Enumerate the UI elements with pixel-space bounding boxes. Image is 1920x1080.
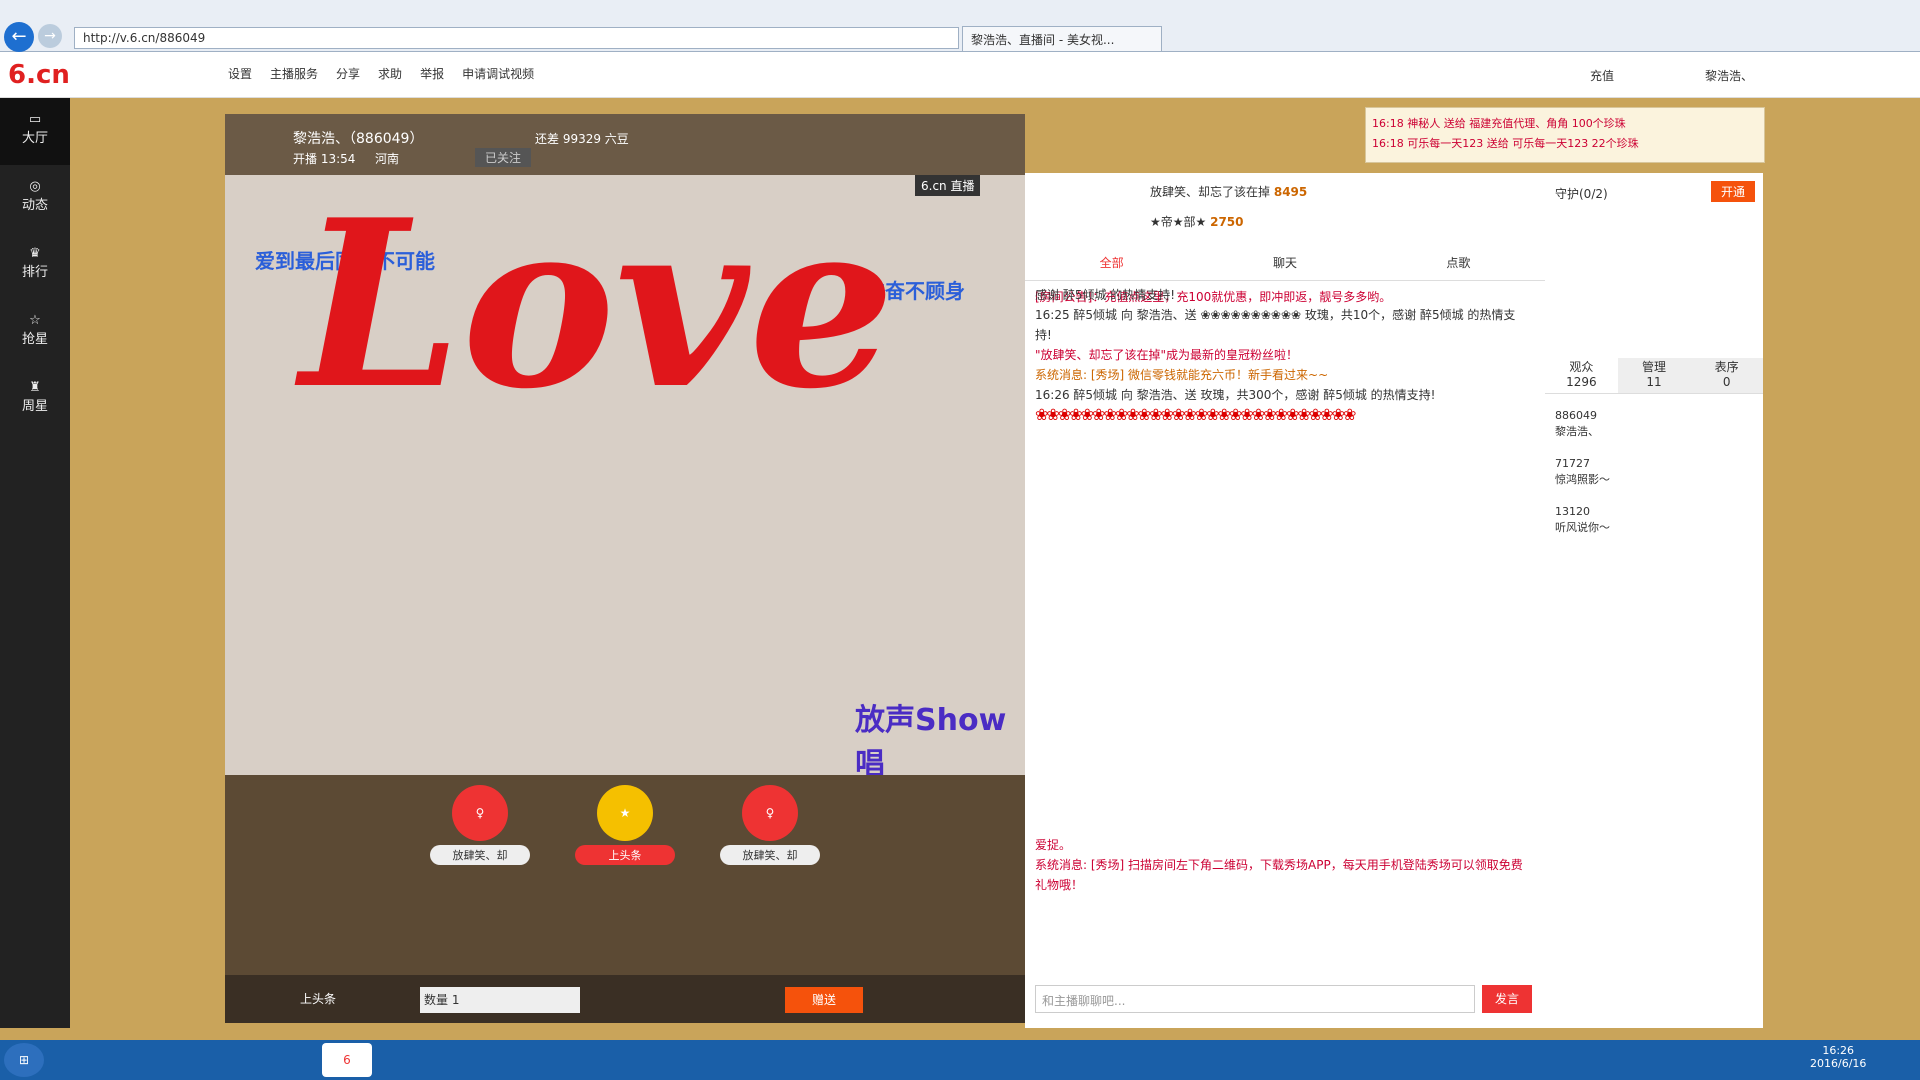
avatar: ♀ [452,785,508,841]
side-nav: ▭ 大厅 ◎ 动态 ♛ 排行 ☆ 抢星 ♜ 周星 [0,98,70,1028]
tv-icon: ▭ [28,112,42,127]
start-button[interactable]: ⊞ [4,1043,44,1077]
guard-title: 守护(0/2) [1555,187,1608,201]
nav-weekly[interactable]: ♜ 周星 [0,366,70,433]
chat-message: 系统消息: [秀场] 扫描房间左下角二维码，下载秀场APP，每天用手机登陆秀场可… [1035,858,1523,892]
clock: 16:26 2016/6/16 [1810,1044,1867,1070]
chat-message: 16:25 醉5倾城 向 黎浩浩、送 ❀❀❀❀❀❀❀❀❀❀ 玫瑰，共10个，感谢… [1035,308,1516,342]
chat-message: "放肆笑、却忘了该在掉"成为最新的皇冠粉丝啦！ [1035,348,1299,362]
tab-admin[interactable]: 管理 11 [1617,358,1691,393]
send-chat-button[interactable]: 发言 [1482,985,1532,1013]
menu-help[interactable]: 求助 [378,65,402,82]
tab-queue[interactable]: 表序 0 [1690,358,1764,393]
chat-message: 系统消息: [秀场] 微信零钱就能充六币！新手看过来~~ [1035,368,1329,382]
user-name[interactable]: 黎浩浩、 [1705,67,1753,84]
nav-rank[interactable]: ♛ 排行 [0,232,70,299]
crown-icon: ♛ [29,246,41,261]
star-icon: ☆ [29,313,41,328]
broadcast-item: 16:18 神秘人 送给 福建充值代理、角角 100个珍珠 [1372,117,1626,130]
chat-log: 感谢 醉5倾城 的热情支持! 16:25 醉5倾城 向 黎浩浩、送 ❀❀❀❀❀❀… [1035,285,1530,825]
anchor-name: 黎浩浩、（886049） [293,131,424,147]
nav-star[interactable]: ☆ 抢星 [0,299,70,366]
audience-item[interactable]: 886049 黎浩浩、 [1555,408,1755,456]
taskbar-6cn[interactable]: 6 [322,1043,372,1077]
system-log: 爱捉。 系统消息: [秀场] 扫描房间左下角二维码，下载秀场APP，每天用手机登… [1035,835,1530,945]
broadcast-panel: 16:18 神秘人 送给 福建充值代理、角角 100个珍珠 16:18 可乐每一… [1365,107,1765,163]
chat-input[interactable]: 和主播聊聊吧... [1035,985,1475,1013]
audience-item[interactable]: 71727 惊鸿照影～ [1555,456,1755,504]
level-progress: 还差 99329 六豆 [535,132,629,146]
love-gift-overlay: Love [300,170,896,440]
menu-settings[interactable]: 设置 [228,65,252,82]
rank-row: 放肆笑、却忘了该在掉 8495 [1150,185,1308,199]
send-gift-button[interactable]: 赠送 [785,987,863,1013]
broadcast-item: 16:18 可乐每一天123 送给 可乐每一天123 22个珍珠 [1372,137,1639,150]
menu-report[interactable]: 举报 [420,65,444,82]
gift-slot[interactable]: ♀ 放肆笑、却 [430,785,530,885]
browser-tab[interactable]: 黎浩浩、直播间 - 美女视... [962,26,1162,52]
tab-all[interactable]: 全部 [1025,245,1198,280]
brand-logo: 放声Show唱 [855,703,1007,782]
taskbar [0,1040,1920,1080]
compass-icon: ◎ [29,179,41,194]
chat-message: 爱捉。 [1035,838,1072,852]
start-time: 开播 13:54 [293,152,356,166]
address-bar[interactable]: http://v.6.cn/886049 [74,27,959,49]
browser-chrome: ← → http://v.6.cn/886049 黎浩浩、直播间 - 美女视..… [0,0,1920,52]
location: 河南 [375,152,400,166]
menu-apply-video[interactable]: 申请调试视频 [462,65,534,82]
chat-message: 感谢 醉5倾城 的热情支持! [1035,288,1176,302]
headline-button[interactable]: ★ 上头条 [575,785,675,885]
audience-list: 886049 黎浩浩、 71727 惊鸿照影～ 13120 听风说你～ [1555,408,1755,552]
menu-anchor-service[interactable]: 主播服务 [270,65,318,82]
avatar: ♀ [742,785,798,841]
gift-bar: 上头条 数量 1 赠送 [225,975,1025,1023]
right-panel: 守护(0/2) 开通 观众 1296 管理 11 表序 0 886049 黎浩浩、 71… [1545,173,1764,1028]
tab-audience[interactable]: 观众 1296 [1545,358,1618,393]
quantity-input[interactable]: 数量 1 [420,987,580,1013]
guard-open-button[interactable]: 开通 [1711,181,1756,202]
nav-hall[interactable]: ▭ 大厅 [0,98,70,165]
headline-label[interactable]: 上头条 [300,990,336,1007]
follow-button[interactable]: 已关注 [475,148,532,167]
star-icon: ★ [597,785,653,841]
nav-dynamic[interactable]: ◎ 动态 [0,165,70,232]
live-badge: 6.cn 直播 [915,175,981,196]
tab-chat[interactable]: 聊天 [1198,245,1371,280]
forward-icon[interactable]: → [38,24,62,48]
audience-item[interactable]: 13120 听风说你～ [1555,504,1755,552]
gift-slot[interactable]: ♀ 放肆笑、却 [720,785,820,885]
tab-song[interactable]: 点歌 [1372,245,1545,280]
site-header: 6.cn 设置 主播服务 分享 求助 举报 申请调试视频 充值 黎浩浩、 [0,52,1920,98]
chat-message: 16:26 醉5倾城 向 黎浩浩、送 玫瑰，共300个，感谢 醉5倾城 的热情支… [1035,388,1436,402]
rose-gift-block: ❀❀❀❀❀❀❀❀❀❀❀❀❀❀❀❀❀❀❀❀❀❀❀❀❀❀❀❀ [1035,405,1356,424]
menu-share[interactable]: 分享 [336,65,360,82]
back-icon[interactable]: ← [4,22,34,52]
rank-row: ★帝★部★ 2750 [1150,215,1244,229]
recharge-link[interactable]: 充值 [1590,67,1614,84]
site-logo: 6.cn [8,60,70,90]
cup-icon: ♜ [29,380,41,395]
